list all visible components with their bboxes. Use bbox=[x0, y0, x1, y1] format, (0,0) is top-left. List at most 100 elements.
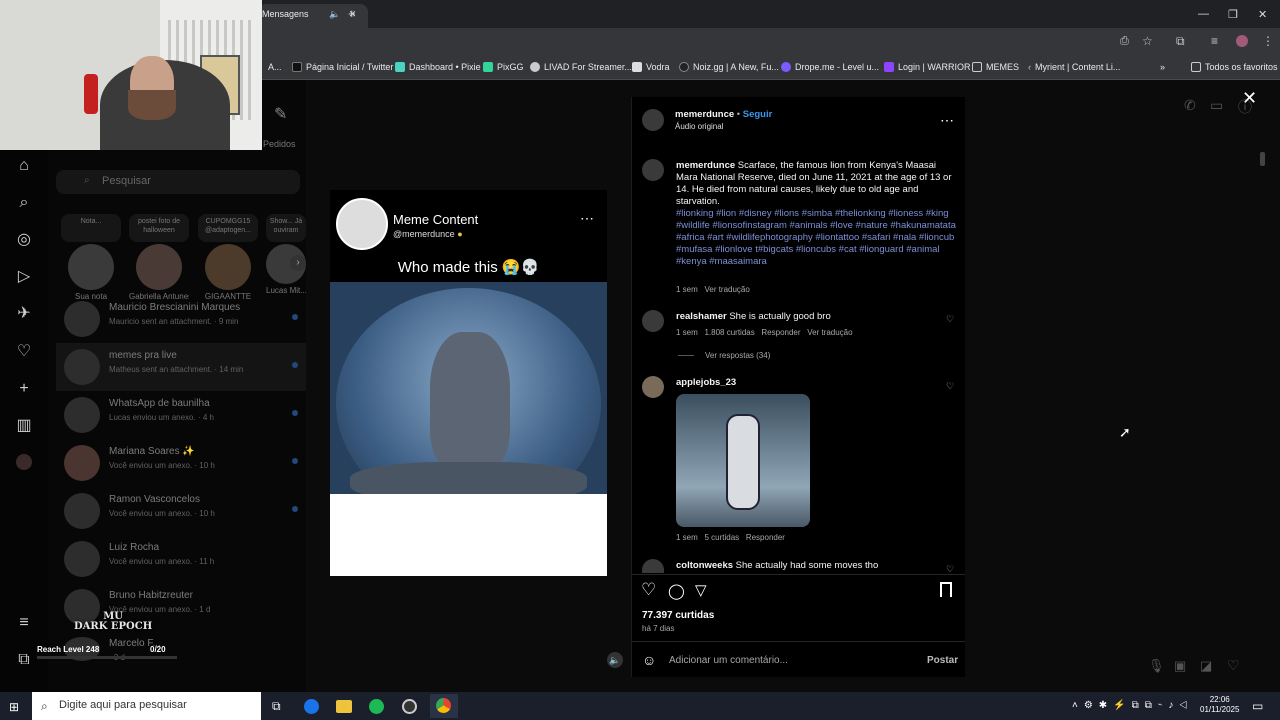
file-explorer-icon[interactable] bbox=[336, 700, 352, 713]
requests-link[interactable]: Pedidos bbox=[263, 139, 296, 149]
post-video[interactable] bbox=[330, 282, 607, 494]
view-replies-link[interactable]: Ver respostas (34) bbox=[705, 351, 770, 360]
chat-item[interactable]: memes pra live Matheus sent an attachment… bbox=[56, 343, 306, 391]
likes-count[interactable]: 77.397 curtidas bbox=[642, 610, 714, 621]
bookmark-folder-memes[interactable]: MEMES bbox=[972, 61, 1019, 73]
share-icon[interactable]: ▽ bbox=[695, 581, 707, 599]
reply-link[interactable]: Responder bbox=[746, 533, 785, 542]
comment-avatar[interactable] bbox=[642, 376, 664, 398]
restore-icon[interactable]: ❐ bbox=[1228, 8, 1238, 21]
compose-icon[interactable]: ✎ bbox=[274, 104, 287, 124]
start-icon[interactable]: ⊞ bbox=[9, 700, 19, 714]
task-view-icon[interactable]: ⧉ bbox=[272, 699, 281, 714]
save-icon[interactable] bbox=[940, 582, 952, 597]
extensions-icon[interactable]: ⧉ bbox=[1176, 34, 1185, 49]
mute-tab-icon[interactable]: 🔈 bbox=[329, 9, 340, 19]
bookmark-item[interactable]: A... bbox=[268, 61, 282, 73]
install-app-icon[interactable]: ⎙ bbox=[1120, 35, 1129, 48]
follow-button[interactable]: Seguir bbox=[743, 109, 773, 120]
notification-icon[interactable]: ▭ bbox=[1252, 699, 1263, 713]
emoji-icon[interactable]: ☺ bbox=[642, 652, 656, 668]
hashtags[interactable]: #lionking #lion #disney #lions #simba #t… bbox=[676, 208, 958, 268]
note-item[interactable]: Nota... Sua nota bbox=[61, 214, 121, 301]
caption-meta: 1 sem Ver tradução bbox=[676, 285, 750, 294]
notifications-icon[interactable]: ♡ bbox=[14, 342, 34, 362]
image-icon[interactable]: ▣ bbox=[1174, 658, 1186, 674]
bookmark-livad[interactable]: LIVAD For Streamer... bbox=[530, 61, 632, 73]
messages-icon[interactable]: ✈ bbox=[14, 304, 34, 324]
close-modal-icon[interactable]: ✕ bbox=[1242, 88, 1257, 109]
chat-item[interactable]: Luiz Rocha Você enviou um anexo. · 11 h bbox=[56, 535, 306, 583]
like-comment-icon[interactable]: ♡ bbox=[946, 381, 954, 392]
menu-kebab-icon[interactable]: ⋮ bbox=[1262, 34, 1274, 48]
comment-avatar[interactable] bbox=[642, 310, 664, 332]
create-icon[interactable]: + bbox=[14, 379, 34, 399]
post-age: há 7 dias bbox=[642, 624, 675, 633]
call-icon[interactable]: ✆ bbox=[1184, 97, 1196, 114]
more-options-icon[interactable]: ⋯ bbox=[940, 112, 954, 129]
chat-item[interactable]: Mauricio Brescianini Marques Mauricio sen… bbox=[56, 295, 306, 343]
chrome-task[interactable] bbox=[430, 694, 458, 718]
bookmark-pixgg[interactable]: PixGG bbox=[483, 61, 524, 73]
spotify-icon[interactable] bbox=[369, 699, 384, 714]
copilot-icon[interactable] bbox=[304, 699, 319, 714]
reels-icon[interactable]: ▷ bbox=[14, 267, 34, 287]
window-close-icon[interactable]: ✕ bbox=[1258, 8, 1267, 21]
home-icon[interactable]: ⌂ bbox=[14, 156, 34, 176]
meme-caption: Who made this 😭💀 bbox=[397, 259, 540, 276]
comment-gif[interactable] bbox=[676, 394, 810, 527]
blank-area bbox=[330, 494, 607, 576]
all-bookmarks-folder[interactable]: Todos os favoritos bbox=[1191, 61, 1278, 73]
clock[interactable]: 22:06 01/11/2025 bbox=[1200, 695, 1239, 715]
explore-icon[interactable]: ◎ bbox=[14, 230, 34, 250]
profile-icon[interactable] bbox=[16, 454, 32, 470]
author-username[interactable]: memerdunce bbox=[675, 109, 734, 120]
audio-label[interactable]: Áudio original bbox=[675, 122, 723, 131]
minimize-icon[interactable]: — bbox=[1198, 8, 1209, 20]
more-bookmarks-icon[interactable]: » bbox=[1160, 61, 1165, 73]
obs-icon[interactable] bbox=[402, 699, 417, 714]
bookmark-star-icon[interactable]: ☆ bbox=[1142, 34, 1153, 48]
translate-link[interactable]: Ver tradução bbox=[704, 285, 749, 294]
bookmark-twitter[interactable]: Página Inicial / Twitter bbox=[292, 61, 393, 73]
meta-icon[interactable]: ⧉ bbox=[14, 650, 34, 670]
caption-avatar[interactable] bbox=[642, 159, 664, 181]
note-item[interactable]: postei foto de halloween Gabriella Antune… bbox=[129, 214, 189, 301]
search-icon[interactable]: ⌕ bbox=[14, 193, 34, 213]
chat-item[interactable]: WhatsApp de baunilha Lucas enviou um anex… bbox=[56, 391, 306, 439]
system-tray-icons[interactable]: ˄⚙✱⚡⧉⧉⌁♪◁ bbox=[1072, 700, 1193, 711]
translate-link[interactable]: Ver tradução bbox=[807, 328, 852, 337]
video-icon[interactable]: ▭ bbox=[1210, 97, 1223, 114]
bookmark-pixie[interactable]: Dashboard • Pixie bbox=[395, 61, 481, 73]
sticker-icon[interactable]: ◪ bbox=[1200, 658, 1212, 674]
bookmark-drope[interactable]: Drope.me - Level u... bbox=[781, 61, 879, 73]
note-item[interactable]: CUPOMGG15 @adaptogen... GIGAANTTE bbox=[198, 214, 258, 301]
mute-icon[interactable]: 🔈 bbox=[607, 652, 623, 668]
chat-item[interactable]: Ramon Vasconcelos Você enviou um anexo. ·… bbox=[56, 487, 306, 535]
bookmark-noiz[interactable]: Noiz.gg | A New, Fu... bbox=[679, 61, 779, 73]
meme-card: Meme Content @memerdunce ● ⋯ Who made th… bbox=[330, 190, 607, 282]
scrollbar-thumb[interactable] bbox=[1260, 152, 1265, 166]
taskbar-search[interactable]: Digite aqui para pesquisar bbox=[32, 692, 261, 720]
comment-text: realshamer She is actually good bro bbox=[676, 311, 831, 322]
more-menu-icon[interactable]: ≡ bbox=[14, 613, 34, 633]
voice-icon[interactable]: 🎙 bbox=[1148, 658, 1165, 674]
new-tab-icon[interactable]: + bbox=[348, 6, 356, 21]
bookmark-warrior[interactable]: Login | WARRIOR bbox=[884, 61, 971, 73]
chat-item[interactable]: Mariana Soares ✨ Você enviou um anexo. · … bbox=[56, 439, 306, 487]
comment-icon[interactable]: ◯ bbox=[668, 582, 685, 600]
media-control-icon[interactable]: ≡ bbox=[1211, 34, 1218, 48]
reply-link[interactable]: Responder bbox=[761, 328, 800, 337]
profile-avatar[interactable] bbox=[1236, 35, 1248, 47]
bookmark-myrient[interactable]: ‹ Myrient | Content Li... bbox=[1028, 61, 1120, 73]
author-avatar[interactable] bbox=[642, 109, 664, 131]
notes-next-icon[interactable]: › bbox=[290, 255, 306, 271]
like-comment-icon[interactable]: ♡ bbox=[946, 314, 954, 325]
post-comment-button[interactable]: Postar bbox=[927, 655, 958, 666]
search-input[interactable]: Pesquisar bbox=[56, 170, 300, 194]
dashboard-icon[interactable]: ▥ bbox=[14, 416, 34, 436]
bookmark-vodra[interactable]: Vodra bbox=[632, 61, 670, 73]
comment-input[interactable]: Adicionar um comentário... bbox=[669, 655, 788, 666]
heart-icon[interactable]: ♡ bbox=[1227, 657, 1240, 674]
like-icon[interactable]: ♡ bbox=[641, 580, 656, 600]
